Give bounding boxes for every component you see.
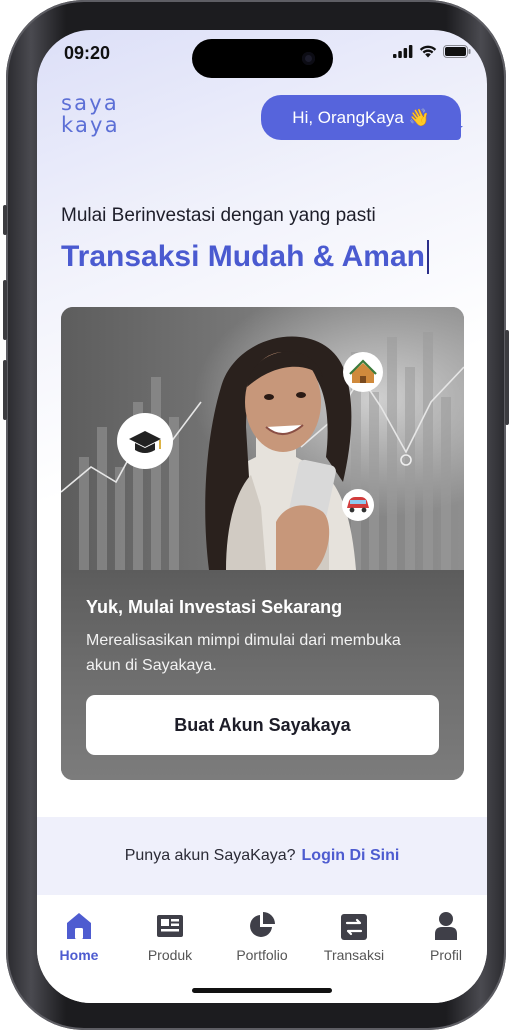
home-indicator[interactable]: [192, 988, 332, 993]
logo-line-1: saya: [61, 91, 119, 115]
nav-item-produk[interactable]: Produk: [130, 911, 210, 963]
graduation-cap-badge: [117, 413, 173, 469]
promo-card: Yuk, Mulai Investasi Sekarang Merealisas…: [61, 307, 464, 780]
volume-up-button: [3, 280, 7, 340]
nav-item-profil[interactable]: Profil: [406, 911, 486, 963]
status-icons: [393, 45, 471, 58]
promo-card-description: Merealisasikan mimpi dimulai dari membuk…: [86, 632, 401, 674]
logo-line-2: kaya: [61, 113, 120, 137]
greeting-bubble[interactable]: Hi, OrangKaya 👋: [261, 95, 461, 140]
nav-label-profil: Profil: [430, 947, 462, 963]
login-question: Punya akun SayaKaya?: [124, 847, 296, 864]
nav-item-transaksi[interactable]: Transaksi: [314, 911, 394, 963]
phone-frame: 09:20 saya kaya Hi, OrangKaya 👋 Mulai Be…: [3, 0, 509, 1030]
home-icon: [67, 913, 91, 939]
status-time: 09:20: [64, 43, 111, 63]
login-link[interactable]: Login Di Sini: [302, 847, 400, 865]
mute-switch: [3, 205, 7, 235]
wifi-icon: [419, 45, 437, 58]
greeting-bubble-tail: [447, 126, 463, 140]
app-screen: 09:20 saya kaya Hi, OrangKaya 👋 Mulai Be…: [37, 30, 487, 1003]
pie-chart-icon: [250, 912, 275, 937]
hero-headline-text: Transaksi Mudah & Aman: [61, 240, 425, 273]
transfer-icon: [341, 914, 367, 940]
nav-label-transaksi: Transaksi: [323, 947, 385, 963]
house-badge: [343, 352, 383, 392]
nav-item-home[interactable]: Home: [39, 911, 119, 963]
power-button: [505, 330, 509, 425]
typing-caret: [426, 240, 429, 274]
dynamic-island: [192, 39, 333, 78]
product-icon: [157, 915, 183, 937]
volume-down-button: [3, 360, 7, 420]
bottom-nav: Home Produk Portfolio Transaksi Profil: [37, 895, 487, 1003]
create-account-button[interactable]: Buat Akun Sayakaya: [86, 695, 439, 755]
hero-subtitle: Mulai Berinvestasi dengan yang pasti: [61, 205, 376, 226]
promo-card-body: Yuk, Mulai Investasi Sekarang Merealisas…: [61, 570, 464, 780]
nav-label-produk: Produk: [147, 947, 193, 963]
login-prompt: Punya akun SayaKaya? Login Di Sini: [37, 817, 487, 895]
promo-photo: [61, 307, 464, 570]
battery-icon: [443, 45, 471, 58]
hero-headline: Transaksi Mudah & Aman: [61, 240, 429, 274]
car-badge: [342, 489, 374, 521]
camera-icon: [302, 52, 315, 65]
nav-label-home: Home: [59, 947, 99, 963]
promo-card-title: Yuk, Mulai Investasi Sekarang: [86, 597, 343, 617]
cellular-signal-icon: [393, 45, 413, 58]
nav-label-portfolio: Portfolio: [236, 947, 288, 963]
user-icon: [435, 912, 457, 940]
sayakaya-logo[interactable]: saya kaya: [61, 92, 120, 136]
status-bar: 09:20: [37, 30, 487, 78]
nav-item-portfolio[interactable]: Portfolio: [222, 911, 302, 963]
